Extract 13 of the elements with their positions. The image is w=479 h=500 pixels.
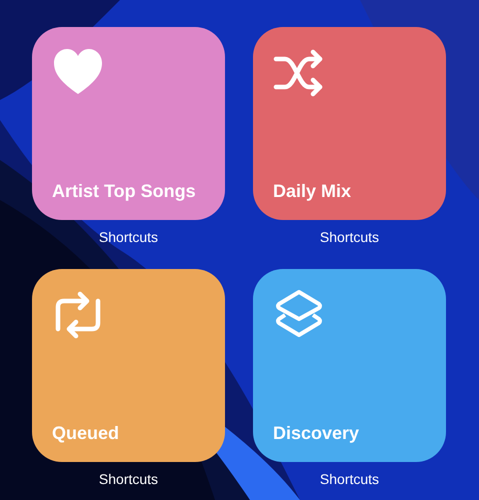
shortcut-widget[interactable]: Daily Mix [253, 27, 446, 220]
widget-title: Discovery [273, 423, 360, 444]
widget-title: Daily Mix [273, 181, 352, 202]
widget-caption: Shortcuts [320, 471, 380, 488]
widget-title: Artist Top Songs [52, 181, 196, 202]
widget-title: Queued [52, 423, 120, 444]
widget-caption: Shortcuts [98, 229, 158, 246]
widget-caption: Shortcuts [320, 229, 380, 246]
shortcut-widget[interactable]: Queued [32, 269, 225, 462]
shortcut-widget[interactable]: Artist Top Songs [32, 27, 225, 220]
shortcut-widget[interactable]: Discovery [253, 269, 446, 462]
widget-caption: Shortcuts [98, 471, 158, 488]
shuffle-icon [273, 47, 325, 99]
